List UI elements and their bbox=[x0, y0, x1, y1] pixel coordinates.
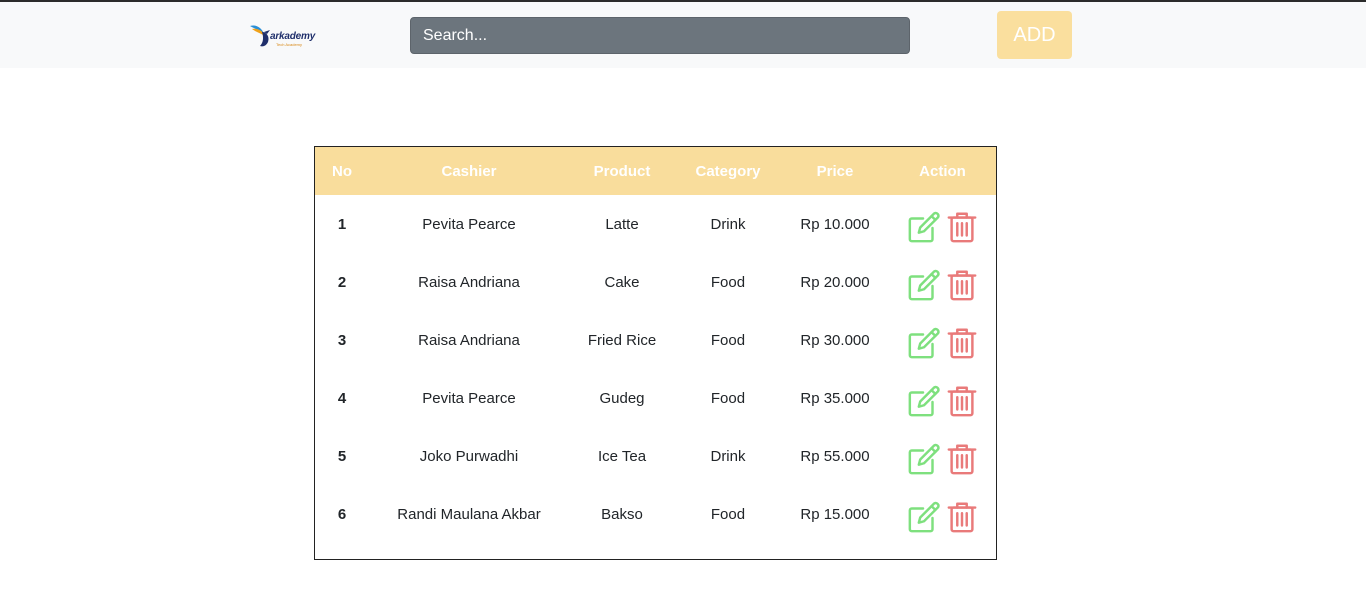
table-row: 1 Pevita Pearce Latte Drink Rp 10.000 bbox=[315, 195, 996, 253]
category-cell: Food bbox=[710, 505, 746, 523]
table-row: 2 Raisa Andriana Cake Food Rp 20.000 bbox=[315, 253, 996, 311]
column-header-category: Category bbox=[695, 162, 761, 180]
table-row: 6 Randi Maulana Akbar Bakso Food Rp 15.000 bbox=[315, 485, 996, 543]
price-cell: Rp 10.000 bbox=[800, 215, 870, 233]
product-cell: Fried Rice bbox=[587, 331, 657, 349]
product-cell: Gudeg bbox=[599, 389, 645, 407]
product-cell: Ice Tea bbox=[597, 447, 647, 465]
price-cell: Rp 30.000 bbox=[800, 331, 870, 349]
action-cell bbox=[889, 195, 996, 253]
table-row: 4 Pevita Pearce Gudeg Food Rp 35.000 bbox=[315, 369, 996, 427]
row-actions bbox=[889, 436, 996, 476]
edit-icon[interactable] bbox=[907, 384, 941, 418]
column-header-cashier: Cashier bbox=[441, 162, 497, 180]
table-header-row: No Cashier Product Category Price Action bbox=[315, 147, 996, 195]
price-cell: Rp 20.000 bbox=[800, 273, 870, 291]
row-number: 2 bbox=[337, 273, 347, 291]
action-cell bbox=[889, 253, 996, 311]
row-actions bbox=[889, 320, 996, 360]
trash-icon[interactable] bbox=[945, 268, 979, 302]
transactions-table-container: No Cashier Product Category Price Action… bbox=[314, 146, 997, 560]
row-actions bbox=[889, 494, 996, 534]
add-button[interactable]: ADD bbox=[997, 11, 1072, 59]
row-actions bbox=[889, 262, 996, 302]
edit-icon[interactable] bbox=[907, 442, 941, 476]
cashier-cell: Raisa Andriana bbox=[418, 331, 520, 349]
action-cell bbox=[889, 427, 996, 485]
cashier-cell: Raisa Andriana bbox=[418, 273, 520, 291]
navbar: arkademy Tech Academy ADD bbox=[0, 2, 1366, 68]
trash-icon[interactable] bbox=[945, 326, 979, 360]
cashier-cell: Randi Maulana Akbar bbox=[397, 505, 541, 523]
cashier-cell: Pevita Pearce bbox=[422, 215, 516, 233]
cashier-cell: Joko Purwadhi bbox=[419, 447, 519, 465]
category-cell: Drink bbox=[710, 447, 746, 465]
price-cell: Rp 55.000 bbox=[800, 447, 870, 465]
trash-icon[interactable] bbox=[945, 500, 979, 534]
action-cell bbox=[889, 369, 996, 427]
price-cell: Rp 15.000 bbox=[800, 505, 870, 523]
row-number: 1 bbox=[337, 215, 347, 233]
action-cell bbox=[889, 311, 996, 369]
column-header-action: Action bbox=[919, 162, 966, 180]
category-cell: Drink bbox=[710, 215, 746, 233]
row-number: 3 bbox=[337, 331, 347, 349]
action-cell bbox=[889, 485, 996, 543]
edit-icon[interactable] bbox=[907, 210, 941, 244]
logo[interactable]: arkademy Tech Academy bbox=[248, 20, 330, 50]
transactions-table: No Cashier Product Category Price Action… bbox=[315, 147, 996, 543]
column-header-price: Price bbox=[816, 162, 854, 180]
trash-icon[interactable] bbox=[945, 210, 979, 244]
row-actions bbox=[889, 204, 996, 244]
column-header-product: Product bbox=[593, 162, 651, 180]
category-cell: Food bbox=[710, 273, 746, 291]
category-cell: Food bbox=[710, 389, 746, 407]
column-header-no: No bbox=[332, 162, 352, 180]
edit-icon[interactable] bbox=[907, 268, 941, 302]
table-row: 3 Raisa Andriana Fried Rice Food Rp 30.000 bbox=[315, 311, 996, 369]
cashier-cell: Pevita Pearce bbox=[422, 389, 516, 407]
row-actions bbox=[889, 378, 996, 418]
row-number: 4 bbox=[337, 389, 347, 407]
table-row: 5 Joko Purwadhi Ice Tea Drink Rp 55.000 bbox=[315, 427, 996, 485]
price-cell: Rp 35.000 bbox=[800, 389, 870, 407]
row-number: 6 bbox=[337, 505, 347, 523]
row-number: 5 bbox=[337, 447, 347, 465]
category-cell: Food bbox=[710, 331, 746, 349]
product-cell: Bakso bbox=[601, 505, 643, 523]
search-input[interactable] bbox=[410, 17, 910, 54]
edit-icon[interactable] bbox=[907, 500, 941, 534]
product-cell: Latte bbox=[605, 215, 639, 233]
product-cell: Cake bbox=[604, 273, 640, 291]
logo-subtext: Tech Academy bbox=[276, 42, 303, 47]
trash-icon[interactable] bbox=[945, 442, 979, 476]
logo-text: arkademy bbox=[270, 31, 316, 42]
edit-icon[interactable] bbox=[907, 326, 941, 360]
trash-icon[interactable] bbox=[945, 384, 979, 418]
